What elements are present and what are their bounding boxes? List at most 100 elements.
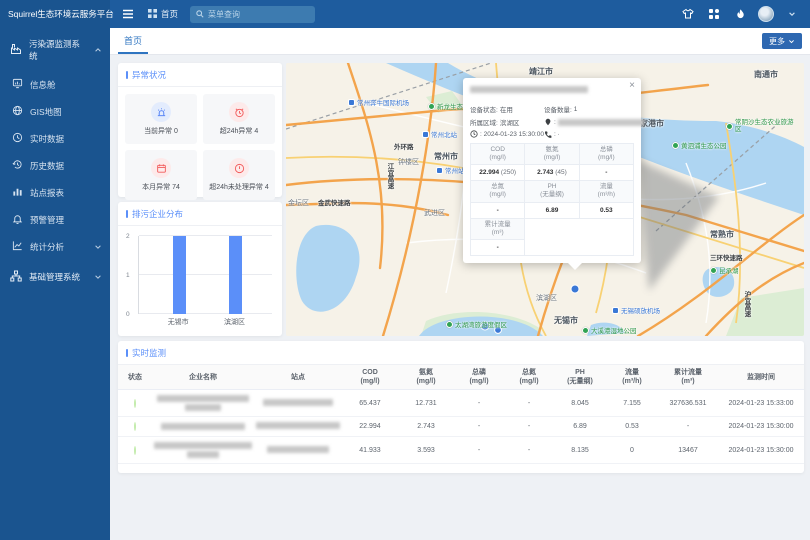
park-marker-icon xyxy=(582,327,589,334)
sidebar-group-pollution-monitoring[interactable]: 污染源监测系统 xyxy=(0,28,110,71)
map-poi-label: 黄泗浦生态公园 xyxy=(672,140,727,150)
calendar-icon xyxy=(151,158,171,178)
clock-icon xyxy=(12,132,23,145)
sidebar-item-alert-management[interactable]: 预警管理 xyxy=(0,206,110,233)
stat-value: 74 xyxy=(172,184,180,191)
sidebar-item-realtime-data[interactable]: 实时数据 xyxy=(0,125,110,152)
stat-value: 4 xyxy=(254,128,258,135)
chevron-up-icon xyxy=(94,46,102,54)
map-road-label: 沪宜高速 xyxy=(741,291,751,317)
theme-skin-icon[interactable] xyxy=(680,6,696,22)
region-value: 滨湖区 xyxy=(500,117,520,127)
chevron-down-icon xyxy=(94,243,102,251)
map-poi-label: 无锡硕放机场 xyxy=(612,305,660,315)
factory-icon xyxy=(10,43,22,57)
sidebar: 污染源监测系统 信息舱 GIS地图 实时数据 历史数据 xyxy=(0,28,110,540)
address-label: : xyxy=(554,119,556,126)
map-road-label: 金武快速路 xyxy=(318,197,351,207)
table-row[interactable]: 22.9942.743 -- 6.890.53 -2024-01-23 15:3… xyxy=(118,417,804,437)
close-icon[interactable]: × xyxy=(629,80,635,91)
user-menu-chevron-down-icon[interactable] xyxy=(784,6,800,22)
alarm-clock-icon xyxy=(229,102,249,122)
gis-map[interactable]: 靖江市 南通市 常州市 常熟市 无锡市 张家港市 钟楼区 武进区 金坛区 滨湖区… xyxy=(286,63,804,336)
sidebar-item-history-data[interactable]: 历史数据 xyxy=(0,152,110,179)
bell-icon xyxy=(12,213,23,226)
map-city-label: 靖江市 xyxy=(529,66,553,77)
map-road-label: 三环快速路 xyxy=(710,252,743,262)
alerts-panel-title: 异常状况 xyxy=(118,63,282,87)
globe-icon xyxy=(12,105,23,118)
realtime-monitor-title: 实时监测 xyxy=(118,341,804,365)
map-poi-label: 常阴沙生态农业旅游区 xyxy=(726,119,798,134)
device-count-label: 设备数量: xyxy=(544,104,572,114)
redacted-station-name xyxy=(267,446,329,453)
main-content: 异常状况 当前异常 0 超24h异常 4 xyxy=(110,55,810,540)
realtime-monitor-panel: 实时监测 状态 企业名称 站点 COD(mg/l) 氨氮(mg/l) 总磷(mg… xyxy=(118,341,804,473)
map-city-label: 常熟市 xyxy=(710,229,734,240)
sidebar-group-basic-management[interactable]: 基础管理系统 xyxy=(0,260,110,293)
device-phone-value: : · xyxy=(554,131,560,138)
bar-chart-icon xyxy=(12,186,23,199)
sidebar-item-label: 预警管理 xyxy=(30,214,64,226)
stat-month-alerts[interactable]: 本月异常 74 xyxy=(125,150,197,200)
map-poi-label: 太湖湾旅游度假区 xyxy=(446,319,507,329)
user-avatar[interactable] xyxy=(758,6,774,22)
status-online-icon xyxy=(134,399,136,408)
tab-home[interactable]: 首页 xyxy=(118,28,148,54)
phone-icon xyxy=(544,130,552,138)
park-marker-icon xyxy=(428,103,435,110)
alerts-panel: 异常状况 当前异常 0 超24h异常 4 xyxy=(118,63,282,197)
clock-icon xyxy=(470,130,478,138)
stat-current-alerts[interactable]: 当前异常 0 xyxy=(125,94,197,144)
map-district-label: 金坛区 xyxy=(288,198,309,208)
map-district-label: 钟楼区 xyxy=(398,157,419,167)
search-icon xyxy=(196,5,204,23)
sidebar-group-label: 基础管理系统 xyxy=(29,271,80,283)
sidebar-item-statistics[interactable]: 统计分析 xyxy=(0,233,110,260)
stat-label: 当前异常 xyxy=(144,128,172,135)
search-placeholder: 菜单查询 xyxy=(208,9,240,20)
sidebar-item-label: 历史数据 xyxy=(30,160,64,172)
sidebar-item-info-cabin[interactable]: 信息舱 xyxy=(0,71,110,98)
redacted-company-name xyxy=(154,423,252,430)
status-online-icon xyxy=(134,422,136,431)
warning-circle-icon xyxy=(229,158,249,178)
map-district-label: 武进区 xyxy=(424,208,445,218)
device-status-value: 在用 xyxy=(500,104,513,114)
siren-icon xyxy=(151,102,171,122)
stat-over-24h-alerts[interactable]: 超24h异常 4 xyxy=(203,94,275,144)
stat-over-24h-unhandled-alerts[interactable]: 超24h未处理异常 4 xyxy=(203,150,275,200)
status-online-icon xyxy=(134,446,136,455)
map-city-label: 常州市 xyxy=(434,151,458,162)
airport-marker-icon xyxy=(348,99,355,106)
map-road-label: 外环路 xyxy=(394,141,414,151)
distribution-xlabel: 滨湖区 xyxy=(224,317,245,327)
tabbar: 首页 更多 xyxy=(110,28,810,55)
sidebar-item-label: GIS地图 xyxy=(30,106,62,118)
park-marker-icon xyxy=(672,142,679,149)
train-station-marker-icon xyxy=(422,131,429,138)
sidebar-item-gis-map[interactable]: GIS地图 xyxy=(0,98,110,125)
more-button[interactable]: 更多 xyxy=(762,33,802,49)
map-poi-label: 常州北站 xyxy=(422,129,457,139)
sidebar-item-station-report[interactable]: 站点报表 xyxy=(0,179,110,206)
redacted-company-name xyxy=(154,395,252,411)
redacted-station-name xyxy=(263,399,333,406)
station-info-popup: × 设备状态:在用 设备数量:1 所属区域:滨湖区 : : 2024-01-23… xyxy=(463,78,641,263)
sidebar-item-label: 统计分析 xyxy=(30,241,64,253)
device-time-value: : 2024-01-23 15:30:00 xyxy=(480,131,544,138)
table-row[interactable]: 41.9333.593 -- 8.1350 134672024-01-23 15… xyxy=(118,437,804,464)
flame-icon[interactable] xyxy=(732,6,748,22)
dashboard-icon xyxy=(12,78,23,91)
apps-layout-icon[interactable] xyxy=(706,6,722,22)
enterprise-distribution-panel: 排污企业分布 012 无锡市滨湖区 xyxy=(118,202,282,336)
distribution-xlabels: 无锡市滨湖区 xyxy=(138,317,272,329)
enterprise-distribution-title: 排污企业分布 xyxy=(118,202,282,226)
menu-search-input[interactable]: 菜单查询 xyxy=(190,6,315,23)
menu-collapse-icon[interactable] xyxy=(120,6,136,22)
map-poi-label: 昆承湖 xyxy=(710,265,739,275)
table-header-row: 状态 企业名称 站点 COD(mg/l) 氨氮(mg/l) 总磷(mg/l) 总… xyxy=(118,365,804,390)
table-row[interactable]: 65.43712.731 -- 8.0457.155 327636.531202… xyxy=(118,390,804,417)
breadcrumb-home[interactable]: 首页 xyxy=(148,8,178,20)
map-city-label: 无锡市 xyxy=(554,315,578,326)
